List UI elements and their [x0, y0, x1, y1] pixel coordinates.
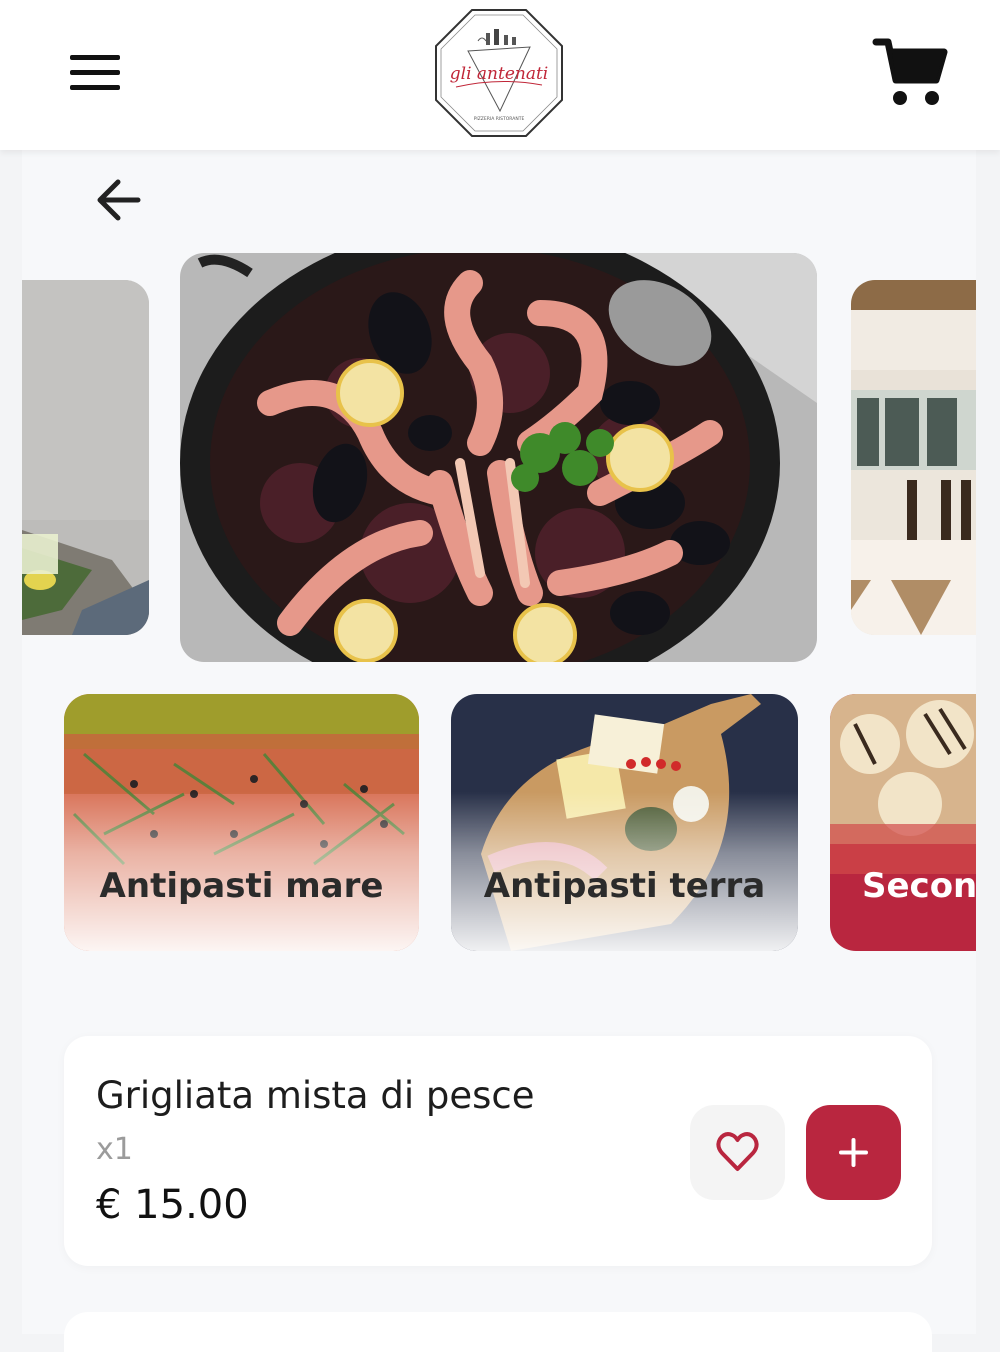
- product-quantity: x1: [96, 1132, 133, 1167]
- carousel-slide-table-setting[interactable]: [22, 280, 149, 635]
- logo-subtext: PIZZERIA RISTORANTE: [474, 116, 525, 122]
- hamburger-menu-icon[interactable]: [64, 48, 126, 96]
- category-label-antipasti-terra: Antipasti terra: [483, 866, 766, 906]
- product-price: € 15.00: [96, 1182, 249, 1228]
- product-card[interactable]: Grigliata mista di pesce x1 € 15.00: [64, 1036, 932, 1266]
- category-card-antipasti-terra[interactable]: [451, 694, 798, 951]
- carousel-slide-dining-room[interactable]: [851, 280, 976, 635]
- category-card-fade: [451, 694, 798, 951]
- category-card-antipasti-mare[interactable]: [64, 694, 419, 951]
- app-header: gli antenati PIZZERIA RISTORANTE: [0, 0, 1000, 150]
- category-label-secondi: Secon: [862, 866, 976, 906]
- plus-icon: [839, 1138, 868, 1167]
- back-arrow-icon[interactable]: [92, 174, 148, 226]
- product-name: Grigliata mista di pesce: [96, 1074, 535, 1117]
- next-product-card[interactable]: [64, 1312, 932, 1352]
- category-card-fade: [64, 694, 419, 951]
- category-label-antipasti-mare: Antipasti mare: [99, 866, 384, 906]
- carousel-slide-seafood-paella[interactable]: [180, 253, 817, 662]
- add-to-cart-button[interactable]: [806, 1105, 901, 1200]
- shopping-cart-icon[interactable]: [870, 34, 950, 110]
- category-card-secondi[interactable]: [830, 694, 976, 951]
- restaurant-logo[interactable]: gli antenati PIZZERIA RISTORANTE: [432, 7, 566, 139]
- heart-icon: [716, 1132, 759, 1171]
- favorite-button[interactable]: [690, 1105, 785, 1200]
